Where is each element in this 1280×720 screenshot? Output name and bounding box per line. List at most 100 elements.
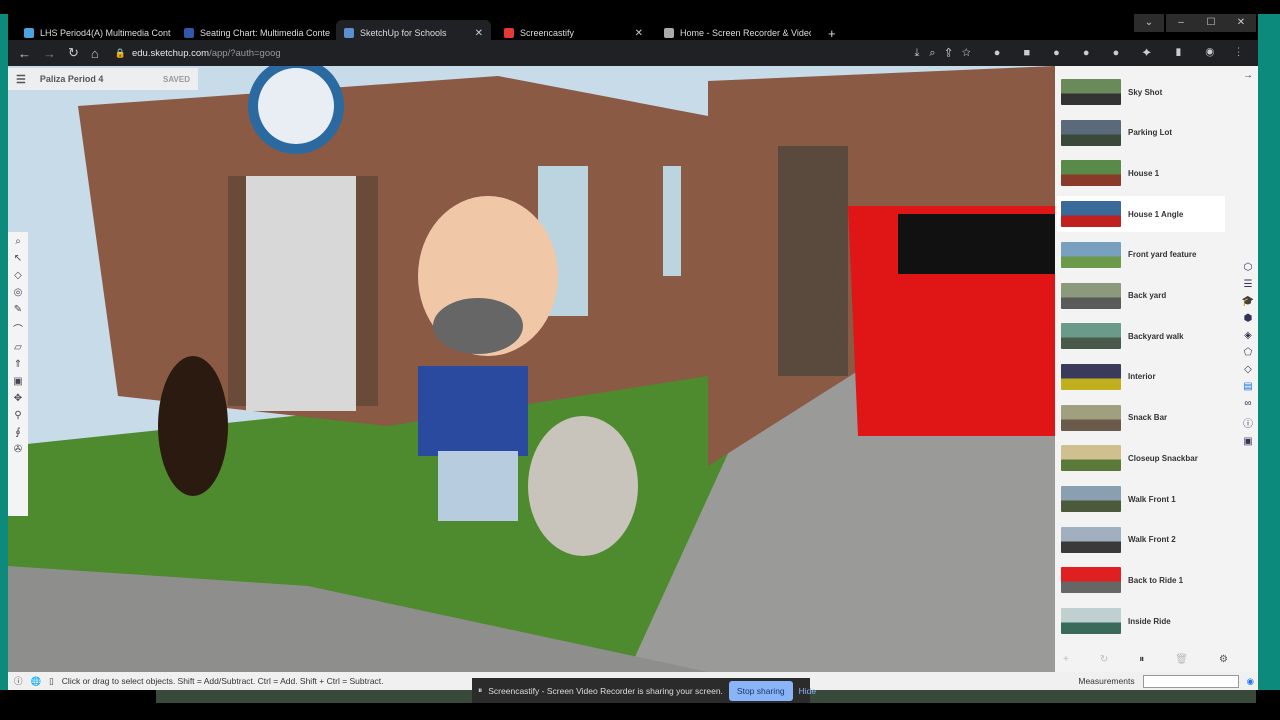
tab-favicon-icon — [344, 28, 354, 38]
pencil-icon[interactable]: ✎ — [14, 304, 22, 315]
info-icon[interactable]: ⓘ — [1243, 415, 1253, 430]
search-icon[interactable]: ⌕ — [15, 236, 21, 247]
update-scene-icon[interactable]: ↻ — [1100, 654, 1108, 665]
instructor-icon[interactable]: 🎓 — [1242, 296, 1254, 307]
scene-item[interactable]: Walk Front 1 — [1057, 481, 1225, 517]
hide-button[interactable]: Hide — [799, 686, 816, 696]
pause-share-icon: ⏸ — [478, 685, 483, 695]
url-host: edu.sketchup.com — [131, 47, 210, 59]
scene-thumbnail — [1061, 323, 1121, 350]
url-field[interactable]: edu.sketchup.com/app/?auth=goog — [132, 48, 281, 59]
collapse-arrow-icon[interactable]: → — [1243, 70, 1253, 81]
scene-item[interactable]: Walk Front 2 — [1057, 522, 1225, 558]
address-bar: ← → ↻ ⌂ 🔒 edu.sketchup.com/app/?auth=goo… — [8, 40, 1258, 66]
offset-icon[interactable]: ▣ — [13, 376, 22, 387]
save-status: SAVED — [163, 74, 190, 84]
scene-thumbnail — [1061, 526, 1121, 553]
delete-scene-icon[interactable]: 🗑 — [1175, 654, 1188, 665]
close-window-button[interactable]: ✕ — [1226, 14, 1256, 32]
measurements-label: Measurements — [1078, 676, 1135, 686]
move-icon[interactable]: ✥ — [14, 393, 22, 404]
doorway — [246, 176, 356, 411]
scene-item[interactable]: Interior — [1057, 359, 1225, 395]
entity-info-icon[interactable]: ⬡ — [1244, 262, 1253, 273]
tab-label: Screencastify — [520, 28, 575, 38]
scene-item[interactable]: Back yard — [1057, 278, 1225, 314]
scene-item[interactable]: Parking Lot — [1057, 115, 1225, 151]
orbit-icon[interactable]: ✇ — [14, 444, 22, 455]
styles-icon[interactable]: ⬠ — [1244, 347, 1253, 358]
scene-item[interactable]: Snack Bar — [1057, 400, 1225, 436]
scene-item[interactable]: Front yard feature — [1057, 237, 1225, 273]
scene-item[interactable]: Backyard walk — [1057, 318, 1225, 354]
scene-item[interactable]: House 1 Angle — [1057, 196, 1225, 233]
display-icon[interactable]: ∞ — [1244, 398, 1251, 409]
close-tab-icon[interactable]: ✕ — [635, 28, 643, 39]
help-icon[interactable]: ⓘ — [14, 675, 23, 687]
scene-label: House 1 — [1128, 168, 1160, 178]
scene-thumbnail — [1061, 608, 1121, 635]
sketchup-logo-icon: ◉ — [1246, 675, 1254, 686]
back-icon[interactable]: ← — [18, 46, 31, 61]
avatar-beard — [433, 298, 523, 354]
tab-label: SketchUp for Schools — [360, 28, 447, 38]
avatar-shirt — [418, 366, 528, 456]
garage-door — [778, 146, 848, 376]
menu-icon[interactable]: ☰ — [16, 73, 26, 86]
scene-item[interactable]: Inside Ride — [1057, 603, 1225, 639]
reload-icon[interactable]: ↻ — [68, 45, 79, 61]
select-icon[interactable]: ↖ — [14, 253, 22, 264]
desktop-edge — [0, 14, 8, 690]
tab-label: Seating Chart: Multimedia Conte — [200, 28, 331, 38]
scene-item[interactable]: House 1 — [1057, 155, 1225, 191]
tags-icon[interactable]: ◇ — [1244, 364, 1252, 375]
arc-icon[interactable]: ⌒ — [13, 321, 23, 336]
tab-label: Home - Screen Recorder & Videc — [680, 28, 811, 38]
outliner-icon[interactable]: ☰ — [1244, 279, 1253, 290]
maximize-button[interactable]: ☐ — [1196, 14, 1226, 32]
minimize-button[interactable]: – — [1166, 14, 1196, 32]
push-pull-icon[interactable]: ⇑ — [14, 359, 22, 370]
url-path: /app/?auth=goog — [209, 47, 281, 59]
tool-bar: ⌕ ↖ ◇ ◎ ✎ ⌒ ▱ ⇑ ▣ ✥ ⚲ ∮ ✇ — [8, 232, 28, 516]
measurements-input[interactable] — [1142, 674, 1239, 688]
scene-thumbnail — [1061, 363, 1121, 390]
scene-item[interactable]: Closeup Snackbar — [1057, 440, 1225, 476]
close-tab-icon[interactable]: ✕ — [475, 28, 483, 39]
scene-item[interactable]: Back to Ride 1 — [1057, 562, 1225, 598]
eraser-icon[interactable]: ◇ — [14, 270, 22, 281]
materials-icon[interactable]: ◈ — [1244, 330, 1252, 341]
3d-viewport[interactable] — [8, 66, 1055, 672]
lock-icon: 🔒 — [114, 47, 126, 58]
model-title-bar: ☰ Paliza Period 4 SAVED — [8, 68, 198, 90]
home-icon[interactable]: ⌂ — [91, 46, 99, 61]
scene-label: Walk Front 1 — [1128, 494, 1176, 504]
walk-icon[interactable]: ∮ — [15, 427, 20, 438]
add-scene-icon[interactable]: + — [1063, 654, 1069, 665]
stop-sharing-button[interactable]: Stop sharing — [728, 680, 793, 701]
forward-icon[interactable]: → — [43, 46, 56, 61]
model-name[interactable]: Paliza Period 4 — [40, 74, 104, 84]
extensions-icon[interactable]: ⤓⌕⇪☆ ● ■ ● ● ● ✦ ▮ ◉ ⋮ — [915, 47, 1250, 60]
globe-icon[interactable]: 🌐 — [31, 676, 42, 687]
tab-favicon-icon — [184, 28, 194, 38]
pause-icon[interactable]: ⏸ — [1139, 654, 1144, 665]
tab-search-button[interactable]: ⌄ — [1134, 14, 1164, 32]
scenes-icon[interactable]: ▤ — [1243, 381, 1252, 392]
window — [663, 166, 681, 276]
components-icon[interactable]: ⬢ — [1244, 313, 1253, 324]
scene-label: House 1 Angle — [1128, 209, 1184, 219]
settings-icon[interactable]: ⚙ — [1219, 654, 1228, 665]
tab-favicon-icon — [664, 28, 674, 38]
solar-icon[interactable]: ▣ — [1243, 436, 1252, 447]
truck-window — [898, 214, 1055, 274]
scene-thumbnail — [1061, 201, 1121, 228]
scene-thumbnail — [1061, 282, 1121, 309]
scene-label: Interior — [1128, 372, 1156, 382]
rectangle-icon[interactable]: ▱ — [14, 342, 22, 353]
paint-icon[interactable]: ◎ — [14, 287, 23, 298]
tape-icon[interactable]: ⚲ — [14, 410, 21, 421]
tab-favicon-icon — [24, 28, 34, 38]
scene-label: Back yard — [1128, 291, 1167, 300]
scene-item[interactable]: Sky Shot — [1057, 74, 1225, 110]
